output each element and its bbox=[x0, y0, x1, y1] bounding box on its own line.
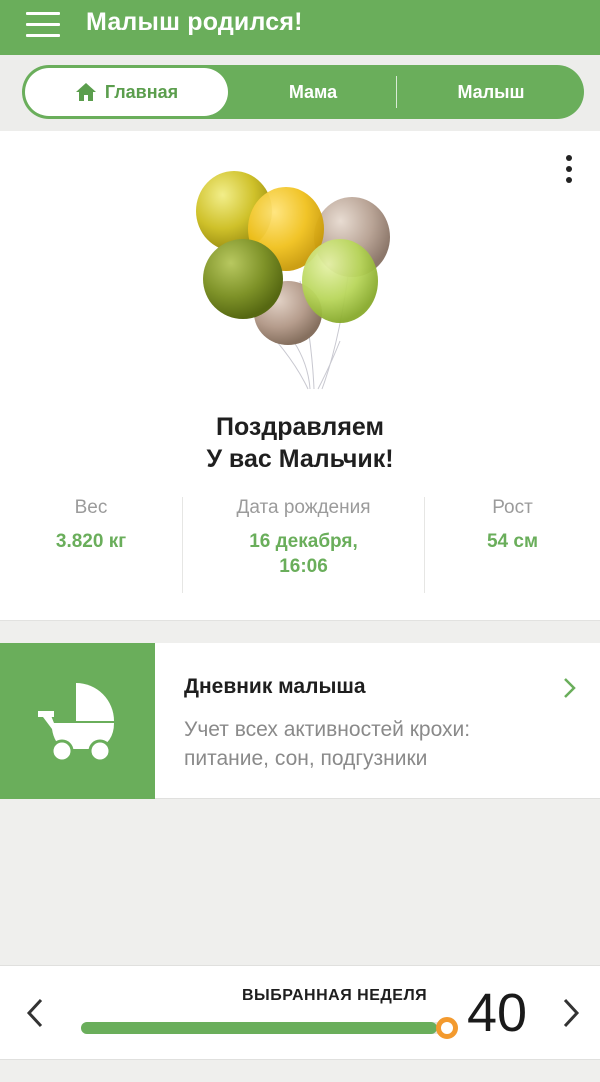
stat-height-label: Рост bbox=[492, 497, 533, 518]
baby-stats: Вес 3.820 кг Дата рождения 16 декабря, 1… bbox=[0, 497, 600, 593]
congrats-line1: Поздравляем bbox=[216, 413, 384, 441]
week-slider-fill bbox=[81, 1022, 437, 1034]
diary-icon-box bbox=[0, 643, 155, 799]
diary-desc-line2: питание, сон, подгузники bbox=[184, 747, 428, 770]
tab-baby[interactable]: Малыш bbox=[398, 65, 584, 119]
tab-home-label: Главная bbox=[104, 81, 179, 102]
stat-height: Рост 54 см bbox=[425, 497, 600, 554]
diary-desc-line1: Учет всех активностей крохи: bbox=[184, 718, 471, 741]
congrats-line2: У вас Мальчик! bbox=[206, 445, 394, 473]
stat-weight-label: Вес bbox=[74, 497, 108, 518]
tabs-bar: Главная Мама Малыш bbox=[0, 55, 600, 131]
tab-home[interactable]: Главная bbox=[25, 68, 228, 116]
congrats-text: Поздравляем У вас Мальчик! bbox=[0, 411, 600, 475]
chevron-left-icon[interactable] bbox=[24, 998, 46, 1028]
week-number: 40 bbox=[467, 983, 528, 1043]
baby-diary-item[interactable]: Дневник малыша Учет всех активностей кро… bbox=[0, 643, 600, 799]
week-selector: ВЫБРАННАЯ НЕДЕЛЯ 40 bbox=[0, 965, 600, 1060]
hamburger-menu-icon[interactable] bbox=[26, 12, 60, 38]
stat-birthdate-date: 16 декабря, bbox=[249, 531, 358, 552]
app-header: Малыш родился! bbox=[0, 0, 600, 55]
week-slider-track[interactable] bbox=[81, 1022, 447, 1034]
diary-title: Дневник малыша bbox=[184, 675, 366, 698]
tab-mama[interactable]: Мама bbox=[228, 65, 398, 119]
tab-baby-label: Малыш bbox=[457, 81, 525, 102]
balloons-image bbox=[196, 171, 390, 390]
segmented-tabs: Главная Мама Малыш bbox=[22, 65, 584, 119]
stat-weight-value: 3.820 кг bbox=[55, 531, 127, 552]
home-icon bbox=[75, 83, 96, 101]
stat-birthdate-label: Дата рождения bbox=[236, 497, 371, 518]
chevron-right-icon bbox=[564, 678, 576, 698]
week-slider-thumb[interactable] bbox=[436, 1017, 458, 1039]
chevron-right-icon[interactable] bbox=[560, 998, 582, 1028]
tab-mama-label: Мама bbox=[288, 81, 338, 102]
diary-description: Учет всех активностей крохи: питание, со… bbox=[184, 715, 544, 773]
stat-birthdate-time: 16:06 bbox=[279, 556, 328, 577]
week-label: ВЫБРАННАЯ НЕДЕЛЯ bbox=[242, 987, 428, 1004]
tab-divider bbox=[396, 76, 397, 108]
stat-birthdate: Дата рождения 16 декабря, 16:06 bbox=[183, 497, 424, 579]
birth-card: Поздравляем У вас Мальчик! Вес 3.820 кг … bbox=[0, 131, 600, 621]
stat-birthdate-value: 16 декабря, 16:06 bbox=[183, 529, 424, 579]
more-options-icon[interactable] bbox=[560, 153, 578, 185]
app-title: Малыш родился! bbox=[86, 8, 303, 36]
stat-height-value: 54 см bbox=[486, 531, 539, 552]
baby-stroller-icon bbox=[38, 683, 114, 763]
stat-weight: Вес 3.820 кг bbox=[0, 497, 182, 554]
